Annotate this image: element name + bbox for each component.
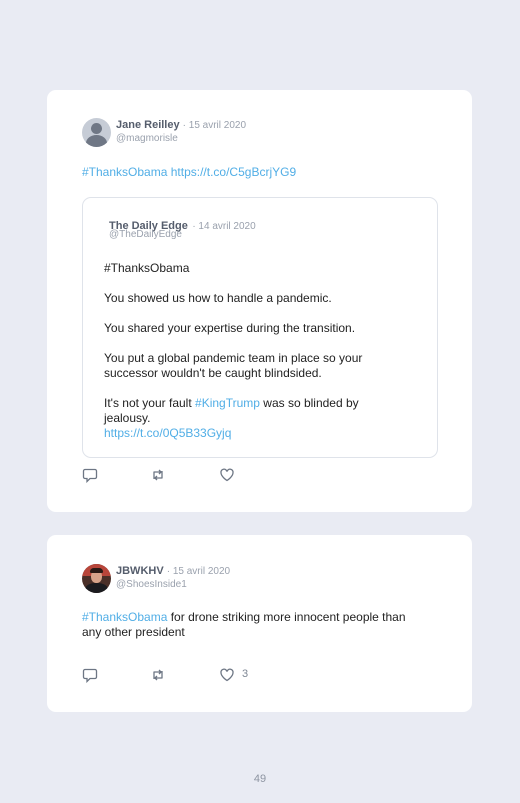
- tweet-card-1: Jane Reilley · 15 avril 2020 @magmorisle…: [47, 90, 472, 512]
- quote-date[interactable]: · 14 avril 2020: [192, 221, 255, 232]
- heart-icon[interactable]: [219, 667, 235, 683]
- page-number: 49: [253, 773, 267, 785]
- hashtag-link[interactable]: #ThanksObama: [82, 165, 167, 179]
- url-link[interactable]: https://t.co/C5gBcrjYG9: [171, 165, 296, 179]
- quoted-tweet[interactable]: The Daily Edge · 14 avril 2020 @TheDaily…: [82, 197, 438, 458]
- quote-header: The Daily Edge · 14 avril 2020 @TheDaily…: [109, 216, 256, 240]
- tweet-date[interactable]: · 15 avril 2020: [167, 566, 230, 577]
- tweet-text: #ThanksObama https://t.co/C5gBcrjYG9: [82, 165, 296, 180]
- quote-paragraph-4: It's not your fault #KingTrump was so bl…: [104, 396, 404, 441]
- avatar[interactable]: [82, 564, 111, 593]
- tweet-card-2: JBWKHV · 15 avril 2020 @ShoesInside1 #Th…: [47, 535, 472, 712]
- hashtag-link[interactable]: #ThanksObama: [82, 610, 167, 624]
- reply-icon[interactable]: [82, 667, 98, 683]
- quote-author-handle[interactable]: @TheDailyEdge: [109, 229, 182, 240]
- quote-paragraph-1: You showed us how to handle a pandemic.: [104, 291, 332, 305]
- quote-paragraph-3: You put a global pandemic team in place …: [104, 351, 363, 380]
- retweet-icon[interactable]: [150, 667, 166, 683]
- retweet-icon[interactable]: [150, 467, 166, 483]
- like-count: 3: [242, 668, 249, 680]
- quote-paragraph-2: You shared your expertise during the tra…: [104, 321, 356, 335]
- url-link[interactable]: https://t.co/0Q5B33Gyjq: [104, 426, 231, 440]
- quote-hashtag[interactable]: #ThanksObama: [104, 261, 404, 276]
- tweet-text: #ThanksObama for drone striking more inn…: [82, 610, 422, 640]
- tweet-date[interactable]: · 15 avril 2020: [183, 120, 246, 131]
- hashtag-link[interactable]: #KingTrump: [195, 396, 260, 410]
- heart-icon[interactable]: [219, 467, 235, 483]
- reply-icon[interactable]: [82, 467, 98, 483]
- author-name[interactable]: Jane Reilley: [116, 119, 180, 131]
- quote-p4-text: It's not your fault: [104, 396, 196, 410]
- author-handle[interactable]: @magmorisle: [116, 132, 178, 145]
- author-handle[interactable]: @ShoesInside1: [116, 578, 187, 591]
- avatar[interactable]: [82, 118, 111, 147]
- author-name[interactable]: JBWKHV: [116, 565, 164, 577]
